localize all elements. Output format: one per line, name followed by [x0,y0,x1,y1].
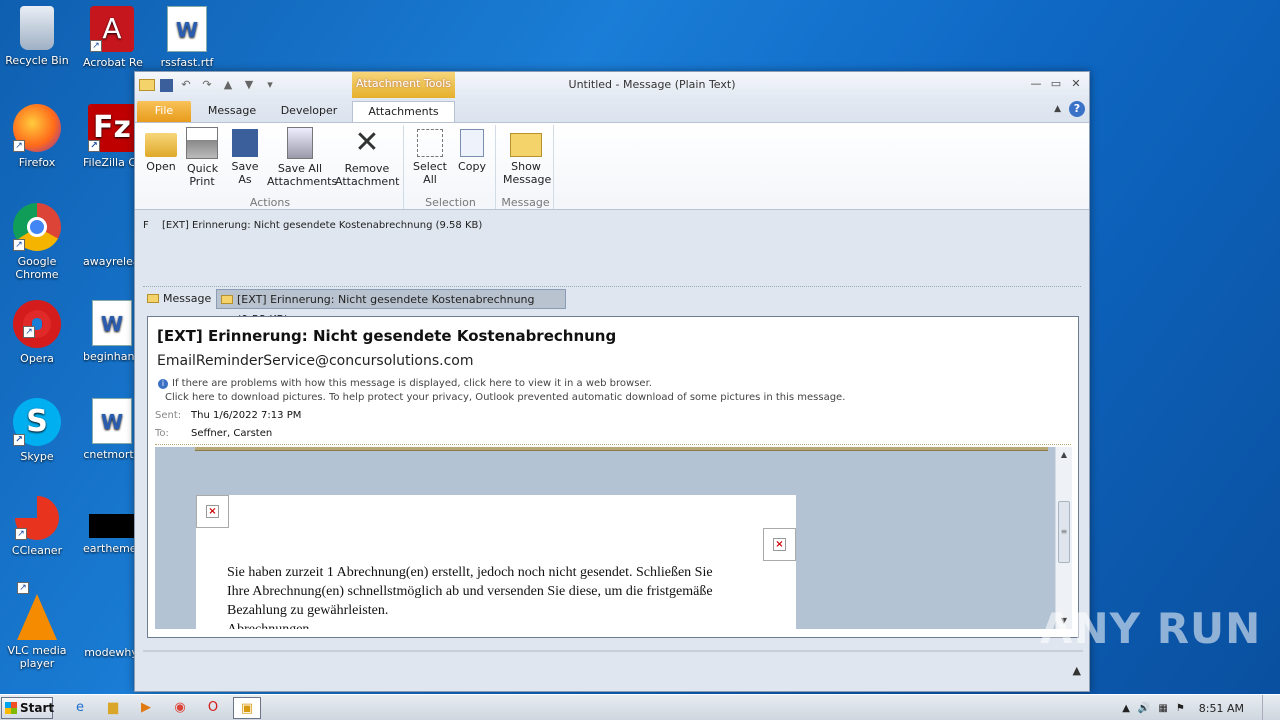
info-bar[interactable]: i If there are problems with how this mes… [158,377,845,405]
show-message-button[interactable]: Show Message [502,127,551,186]
actions-group-label: Actions [249,196,291,209]
tray-expand-icon[interactable]: ▲ [1122,703,1130,714]
firefox-icon[interactable]: ↗ Firefox [0,104,74,169]
tab-message[interactable]: Message [199,101,265,122]
selection-group: Select All Copy Selection [406,125,496,209]
close-icon[interactable]: ✕ [1069,77,1083,90]
printer-icon [186,127,218,159]
chrome-icon[interactable]: ↗ Google Chrome [0,203,74,281]
attachment-name[interactable]: [EXT] Erinnerung: Nicht gesendete Kosten… [162,220,482,231]
attachment-tab[interactable]: [EXT] Erinnerung: Nicht gesendete Kosten… [216,289,566,326]
envelope-icon [147,294,159,303]
ie-icon[interactable]: e [66,697,94,719]
volume-icon[interactable]: 🔊 [1138,703,1150,714]
to-row: To: Seffner, Carsten [155,428,273,439]
scroll-up-icon[interactable]: ▲ [1056,447,1072,463]
attachment-prefix: F [143,220,149,231]
vlc-icon[interactable]: ↗ VLC media player [0,582,74,670]
ribbon-tabs: File Message Developer Attachments ▲ ? [135,98,1089,123]
start-button[interactable]: Start [1,697,54,719]
quick-print-button[interactable]: Quick Print [181,127,223,188]
system-tray: ▲ 🔊 ▦ ⚑ 8:51 AM [1122,695,1280,720]
show-message-icon [510,133,542,157]
remove-x-icon: ✕ [354,125,380,160]
ribbon-minimize-icon[interactable]: ▲ [1054,104,1061,114]
tab-developer[interactable]: Developer [275,101,343,122]
reading-pane: [EXT] Erinnerung: Nicht gesendete Kosten… [147,316,1079,638]
outlook-taskbar-icon[interactable]: ▣ [233,697,261,719]
ccleaner-icon[interactable]: ↗ CCleaner [0,496,74,557]
save-all-attachments-button[interactable]: Save All Attachments [267,127,337,188]
chrome-taskbar-icon[interactable]: ◉ [166,697,194,719]
attachment-line: F [EXT] Erinnerung: Nicht gesendete Kost… [143,220,482,231]
scroll-thumb[interactable]: ≡ [1058,501,1070,563]
maximize-icon[interactable]: ▭ [1049,77,1063,90]
acrobat-reader-icon[interactable]: A↗ Acrobat Reader DC [75,6,149,69]
broken-image-icon: × [763,528,796,561]
actions-group: Open Quick Print Save As Save All Attach… [137,125,404,209]
message-window: ↶ ↷ ▲ ▼ ▾ Attachment Tools Untitled - Me… [134,71,1090,692]
select-all-button[interactable]: Select All [410,127,450,186]
open-button[interactable]: Open [143,127,179,173]
selection-group-label: Selection [425,196,476,209]
remove-attachment-button[interactable]: ✕ Remove Attachment [335,125,400,189]
email-body: × × Sie haben zurzeit 1 Abrechnung(en) e… [155,447,1056,629]
broken-image-icon: × [196,495,229,528]
collapse-icon[interactable]: ▲ [1073,664,1081,677]
taskbar: Start e ▆ ▶ ◉ O ▣ ▲ 🔊 ▦ ⚑ 8:51 AM [0,694,1280,720]
email-subject: [EXT] Erinnerung: Nicht gesendete Kosten… [157,327,617,345]
opera-taskbar-icon[interactable]: O [199,697,227,719]
windows-logo-icon [5,702,17,714]
message-group: Show Message Message [498,125,554,209]
ribbon: Open Quick Print Save As Save All Attach… [135,122,1089,210]
media-player-icon[interactable]: ▶ [132,697,160,719]
save-as-button[interactable]: Save As [225,127,265,186]
email-content-box: × × Sie haben zurzeit 1 Abrechnung(en) e… [196,495,796,629]
copy-button[interactable]: Copy [452,127,492,173]
opera-icon[interactable]: ↗ Opera [0,300,74,365]
message-group-label: Message [501,196,550,209]
action-center-icon[interactable]: ⚑ [1176,703,1185,714]
minimize-icon[interactable]: — [1029,77,1043,90]
vertical-scrollbar[interactable]: ▲ ≡ ▼ [1055,447,1072,629]
folder-icon [145,133,177,157]
window-controls: — ▭ ✕ [1029,77,1083,90]
rtf-file-icon[interactable]: W rssfast.rtf [150,6,224,69]
message-tab[interactable]: Message [143,289,215,309]
explorer-icon[interactable]: ▆ [99,697,127,719]
tab-attachments[interactable]: Attachments [352,101,455,123]
skype-icon[interactable]: S ↗ Skype [0,398,74,463]
save-as-icon [232,129,258,157]
select-all-icon [417,129,443,157]
window-title: Untitled - Message (Plain Text) [568,78,736,91]
clock[interactable]: 8:51 AM [1199,702,1244,715]
network-icon[interactable]: ▦ [1158,703,1167,714]
info-icon: i [158,379,168,389]
help-icon[interactable]: ? [1069,101,1085,117]
message-tabs: Message [EXT] Erinnerung: Nicht gesendet… [143,286,1081,326]
watermark: ANY RUN [1040,604,1262,653]
show-desktop-button[interactable] [1262,695,1272,720]
recycle-bin-icon[interactable]: Recycle Bin [0,6,74,67]
title-bar: ↶ ↷ ▲ ▼ ▾ Attachment Tools Untitled - Me… [135,72,1089,98]
email-body-text: Sie haben zurzeit 1 Abrechnung(en) erste… [227,565,713,629]
sent-row: Sent: Thu 1/6/2022 7:13 PM [155,410,302,421]
envelope-icon [221,295,233,304]
email-from[interactable]: EmailReminderService@concursolutions.com [157,353,474,369]
copy-icon [460,129,484,157]
tab-file[interactable]: File [137,101,191,122]
save-all-icon [287,127,313,159]
